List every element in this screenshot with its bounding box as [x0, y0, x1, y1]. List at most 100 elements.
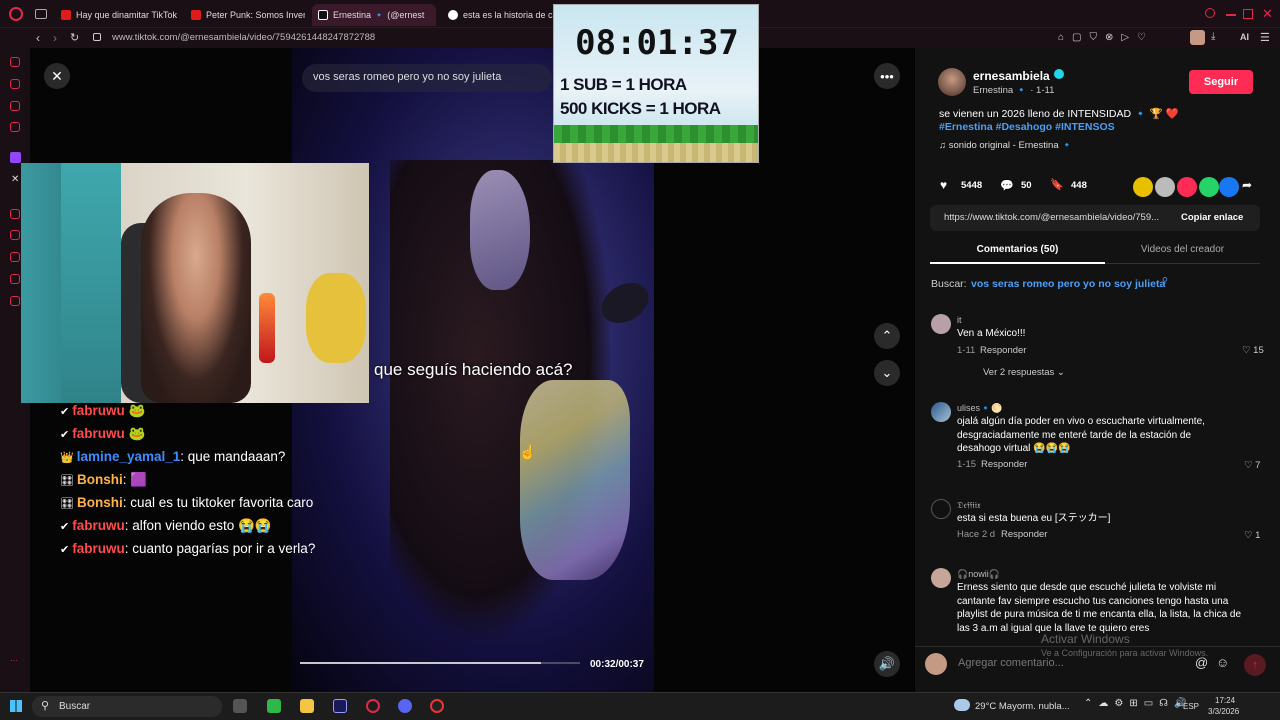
obs-icon[interactable]	[430, 699, 444, 713]
browser-tab-active[interactable]: Ernestina 🔹 (@ernest	[312, 4, 436, 26]
commenter-name[interactable]: 𝔇𝔢𝔣𝔣𝔦𝔦𝔵	[957, 500, 981, 511]
chat-username[interactable]: Bonshi	[77, 472, 123, 487]
creator-username[interactable]: ernesambiela	[973, 69, 1050, 83]
premiere-icon[interactable]	[333, 699, 347, 713]
reply-button[interactable]: Responder	[981, 459, 1027, 470]
discord-icon[interactable]	[398, 699, 412, 713]
coin-icon[interactable]	[1133, 177, 1153, 197]
sidebar-app-icon[interactable]	[10, 252, 20, 262]
extension-icons[interactable]: ⌂▢⛉⊗▷♡	[1058, 32, 1154, 43]
sidebar-app-icon[interactable]	[10, 79, 20, 89]
sidebar-app-icon[interactable]	[10, 296, 20, 306]
like-count: 5448	[961, 180, 983, 191]
browser-tab[interactable]: Peter Punk: Somos Inven	[185, 4, 305, 26]
chat-badge-icon: ✔	[60, 428, 70, 441]
chat-username[interactable]: fabruwu	[72, 541, 125, 556]
opera-logo-icon[interactable]	[9, 7, 23, 21]
video-hashtags[interactable]: #Ernestina #Desahogo #INTENSOS	[939, 121, 1239, 133]
language-indicator[interactable]: ESP	[1183, 702, 1199, 711]
sidebar-app-icon[interactable]	[10, 57, 20, 67]
search-icon[interactable]	[1205, 8, 1215, 18]
twitch-icon[interactable]	[10, 152, 21, 163]
creator-avatar[interactable]	[938, 68, 966, 96]
ai-button[interactable]: AI	[1240, 32, 1249, 42]
chat-username[interactable]: lamine_yamal_1	[77, 449, 181, 464]
close-icon[interactable]: ✕	[1262, 6, 1273, 22]
commenter-avatar[interactable]	[931, 402, 951, 422]
app-b-icon[interactable]	[267, 699, 281, 713]
commenter-avatar[interactable]	[931, 499, 951, 519]
facebook-icon[interactable]	[1219, 177, 1239, 197]
sidebar-app-icon[interactable]	[10, 274, 20, 284]
follow-button[interactable]: Seguir	[1189, 70, 1253, 94]
system-tray-icons[interactable]: ⌃☁⚙⊞▭☊🔊	[1084, 698, 1193, 709]
chat-username[interactable]: fabruwu	[72, 426, 125, 441]
browser-tab[interactable]: Hay que dinamitar TikTok ,	[55, 4, 177, 26]
sidebar-app-icon[interactable]	[10, 209, 20, 219]
video-search-pill[interactable]: vos seras romeo pero yo no soy julieta	[302, 64, 552, 92]
tabs-menu-icon[interactable]	[35, 9, 47, 19]
forward-icon[interactable]: ›	[53, 31, 57, 45]
profile-avatar[interactable]	[1190, 30, 1205, 45]
emoji-icon[interactable]: ☺	[1216, 655, 1229, 670]
sidebar-app-icon[interactable]	[10, 101, 20, 111]
clock-time[interactable]: 17:24	[1215, 696, 1235, 705]
heart-icon[interactable]: ♥	[940, 178, 947, 192]
search-query-link[interactable]: vos seras romeo pero yo no soy julieta	[971, 278, 1165, 290]
commenter-avatar[interactable]	[931, 314, 951, 334]
comment-like[interactable]: ♡ 1	[1244, 530, 1260, 541]
file-explorer-icon[interactable]	[300, 699, 314, 713]
bookmark-icon[interactable]: 🔖	[1050, 178, 1064, 191]
commenter-avatar[interactable]	[931, 568, 951, 588]
next-video-button[interactable]: ⌄	[874, 360, 900, 386]
video-link[interactable]: https://www.tiktok.com/@ernesambiela/vid…	[944, 212, 1174, 223]
share-icon[interactable]: ➦	[1242, 178, 1252, 192]
comment-like[interactable]: ♡ 15	[1242, 345, 1264, 356]
tab-creator-videos[interactable]: Videos del creador	[1105, 238, 1260, 264]
sidebar-app-icon[interactable]	[10, 122, 20, 132]
comment-like[interactable]: ♡ 7	[1244, 460, 1260, 471]
webcam-streamer	[141, 193, 251, 403]
windows-start-icon[interactable]	[10, 700, 22, 712]
view-replies-button[interactable]: Ver 2 respuestas ⌄	[983, 367, 1065, 378]
sidebar-more-icon[interactable]: ⋯	[10, 656, 18, 665]
copy-link-button[interactable]: Copiar enlace	[1181, 212, 1243, 223]
chat-username[interactable]: fabruwu	[72, 518, 125, 533]
chat-username[interactable]: fabruwu	[72, 403, 125, 418]
volume-button[interactable]: 🔊	[874, 651, 900, 677]
url-field[interactable]: www.tiktok.com/@ernesambiela/video/75942…	[112, 32, 375, 43]
weather-text[interactable]: 29°C Mayorm. nubla...	[975, 701, 1070, 712]
back-icon[interactable]: ‹	[36, 31, 40, 45]
sidebar-app-icon[interactable]	[10, 230, 20, 240]
previous-video-button[interactable]: ⌃	[874, 323, 900, 349]
close-video-button[interactable]: ✕	[44, 63, 70, 89]
sound-link[interactable]: ♫ sonido original - Ernestina 🔹	[939, 140, 1073, 151]
chat-username[interactable]: Bonshi	[77, 495, 123, 510]
taskbar-search-box[interactable]: ⚲ Buscar	[32, 696, 222, 717]
browser-tab[interactable]: esta es la historia de cam	[442, 4, 554, 26]
commenter-name[interactable]: it	[957, 315, 962, 325]
clock-date[interactable]: 3/3/2026	[1208, 707, 1239, 716]
commenter-name[interactable]: ulises🔹🌕	[957, 403, 1002, 414]
comment-text: ojalá algún día poder en vivo o escuchar…	[957, 416, 1205, 454]
commenter-name[interactable]: 🎧nowii🎧	[957, 569, 1000, 580]
maximize-icon[interactable]	[1243, 9, 1253, 19]
reply-button[interactable]: Responder	[980, 345, 1026, 356]
x-icon[interactable]: ✕	[11, 174, 19, 185]
reload-icon[interactable]: ↻	[70, 31, 79, 44]
whatsapp-icon[interactable]	[1199, 177, 1219, 197]
add-comment-input[interactable]: Agregar comentario...	[958, 657, 1064, 669]
post-comment-button[interactable]: ↑	[1244, 654, 1266, 676]
send-icon[interactable]	[1177, 177, 1197, 197]
minimize-icon[interactable]	[1226, 14, 1236, 16]
reply-button[interactable]: Responder	[1001, 529, 1047, 540]
opera-taskbar-icon[interactable]	[366, 699, 380, 713]
menu-icon[interactable]: ☰	[1260, 31, 1270, 44]
tab-comments[interactable]: Comentarios (50)	[930, 238, 1105, 264]
download-icon[interactable]: ⤓	[1211, 31, 1215, 42]
more-options-button[interactable]: •••	[874, 63, 900, 89]
comment-icon[interactable]: 💬	[1000, 179, 1014, 192]
video-progress-bar[interactable]	[300, 662, 580, 664]
embed-icon[interactable]	[1155, 177, 1175, 197]
task-view-icon[interactable]	[233, 699, 247, 713]
